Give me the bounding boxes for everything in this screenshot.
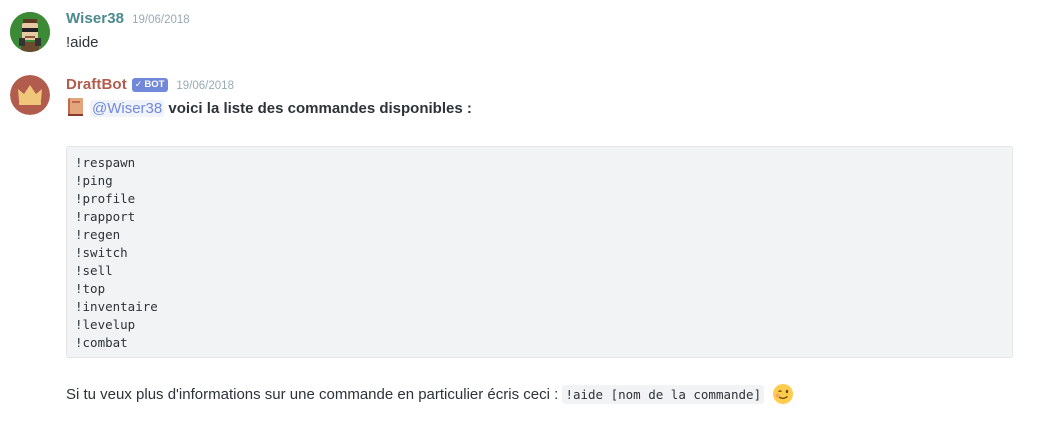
command-item: !switch bbox=[75, 245, 128, 260]
chat-messages: Wiser38 19/06/2018 !aide DraftBot ✓ BOT … bbox=[0, 0, 1056, 422]
crown-avatar-icon bbox=[10, 75, 50, 115]
command-item: !regen bbox=[75, 227, 121, 242]
bot-avatar[interactable] bbox=[10, 75, 50, 115]
user-mention[interactable]: @Wiser38 bbox=[90, 100, 165, 117]
command-item: !ping bbox=[75, 173, 113, 188]
command-item: !profile bbox=[75, 191, 136, 206]
command-item: !respawn bbox=[75, 155, 136, 170]
command-item: !inventaire bbox=[75, 299, 158, 314]
intro-text: voici la liste des commandes disponibles… bbox=[168, 100, 472, 117]
message-intro: @Wiser38 voici la liste des commandes di… bbox=[66, 97, 472, 117]
bot-tag: ✓ BOT bbox=[131, 77, 169, 92]
inline-code: !aide [nom de la commande] bbox=[562, 385, 765, 404]
username[interactable]: DraftBot bbox=[66, 76, 127, 93]
message-footer: Si tu veux plus d'informations sur une c… bbox=[66, 383, 794, 405]
footer-text: Si tu veux plus d'informations sur une c… bbox=[66, 386, 559, 403]
command-item: !levelup bbox=[75, 317, 136, 332]
book-icon bbox=[68, 98, 83, 116]
winking-face-emoji-icon bbox=[773, 384, 794, 404]
command-item: !sell bbox=[75, 263, 113, 278]
bot-tag-label: BOT bbox=[144, 79, 165, 90]
command-item: !combat bbox=[75, 335, 128, 350]
command-item: !top bbox=[75, 281, 106, 296]
command-item: !rapport bbox=[75, 209, 136, 224]
message-draftbot: DraftBot ✓ BOT 19/06/2018 @Wiser38 voici… bbox=[0, 0, 1056, 422]
code-block: !respawn !ping !profile !rapport !regen … bbox=[66, 146, 1013, 358]
checkmark-icon: ✓ bbox=[134, 79, 143, 89]
timestamp: 19/06/2018 bbox=[176, 80, 234, 92]
